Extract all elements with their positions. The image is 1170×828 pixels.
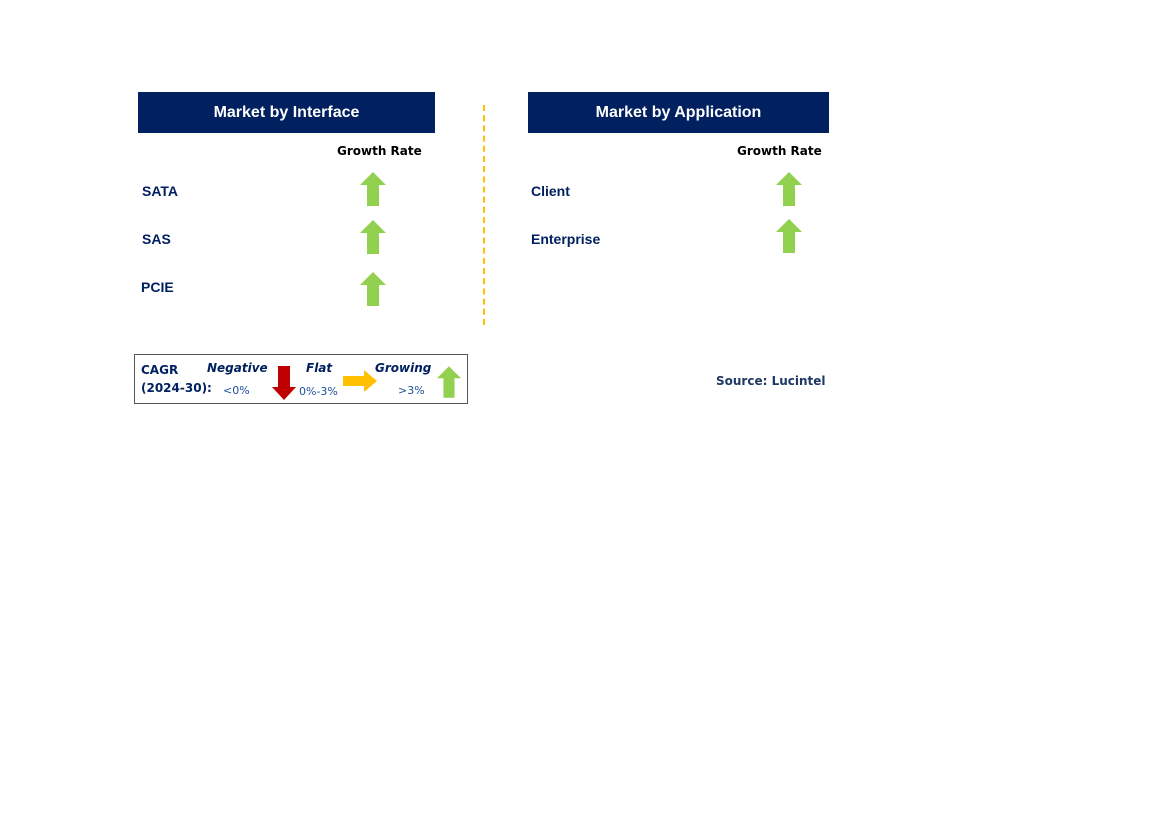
- down-arrow-icon: [272, 366, 296, 400]
- interface-row-label: SATA: [142, 183, 179, 199]
- interface-growth-rate-header: Growth Rate: [337, 144, 422, 158]
- up-arrow-icon: [360, 272, 386, 306]
- legend-growing-range: >3%: [398, 384, 425, 397]
- application-growth-rate-header: Growth Rate: [737, 144, 822, 158]
- legend-negative-label: Negative: [207, 361, 268, 375]
- application-panel-title: Market by Application: [595, 103, 762, 121]
- source-note: Source: Lucintel: [716, 374, 826, 388]
- up-arrow-icon: [776, 219, 802, 253]
- application-row-label: Client: [531, 183, 570, 199]
- legend-title-line2: (2024-30):: [141, 381, 212, 395]
- up-arrow-icon: [437, 366, 461, 398]
- right-arrow-icon: [343, 370, 377, 392]
- legend-growing-label: Growing: [375, 361, 432, 375]
- legend-title-line1: CAGR: [141, 363, 179, 377]
- panel-divider: [483, 105, 485, 325]
- legend-flat-label: Flat: [306, 361, 333, 375]
- application-row-label: Enterprise: [531, 231, 601, 247]
- legend-negative-range: <0%: [223, 384, 250, 397]
- up-arrow-icon: [360, 220, 386, 254]
- cagr-legend: CAGR (2024-30): Negative <0% Flat 0%-3% …: [134, 354, 468, 404]
- interface-panel-header: Market by Interface: [138, 92, 435, 133]
- interface-panel-title: Market by Interface: [213, 103, 360, 121]
- application-panel-header: Market by Application: [528, 92, 829, 133]
- legend-flat-range: 0%-3%: [299, 385, 338, 398]
- interface-row-label: SAS: [142, 231, 171, 247]
- interface-row-label: PCIE: [141, 279, 174, 295]
- up-arrow-icon: [776, 172, 802, 206]
- up-arrow-icon: [360, 172, 386, 206]
